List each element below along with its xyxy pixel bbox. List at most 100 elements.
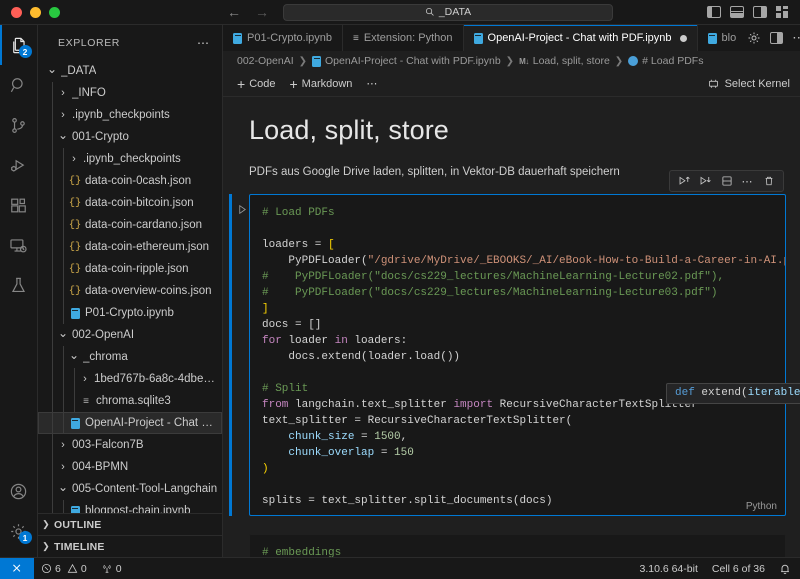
tree-file-row[interactable]: {}data-coin-ripple.json: [38, 258, 222, 280]
tree-file-row[interactable]: ≡chroma.sqlite3: [38, 390, 222, 412]
tree-file-row[interactable]: {}data-overview-coins.json: [38, 280, 222, 302]
sidebar-item-remote-explorer[interactable]: [0, 225, 38, 265]
manage-settings-button[interactable]: 1: [0, 511, 38, 551]
cell-position-status[interactable]: Cell 6 of 36: [705, 558, 772, 579]
notifications-button[interactable]: [772, 558, 800, 579]
tree-folder-row[interactable]: ⌄_chroma: [38, 346, 222, 368]
tree-file-row[interactable]: OpenAI-Project - Chat with PDF.i...: [38, 412, 222, 434]
sidebar-item-explorer[interactable]: 2: [0, 25, 38, 65]
notebook-content[interactable]: Load, split, store PDFs aus Google Drive…: [223, 97, 800, 557]
sidebar-item-extensions[interactable]: [0, 185, 38, 225]
tree-file-row[interactable]: blogpost-chain.ipynb: [38, 500, 222, 513]
cell-language-label[interactable]: Python: [746, 501, 777, 512]
tree-file-row[interactable]: {}data-coin-bitcoin.json: [38, 192, 222, 214]
sidebar-item-testing[interactable]: [0, 265, 38, 305]
tree-file-row[interactable]: {}data-coin-cardano.json: [38, 214, 222, 236]
toggle-panel-icon[interactable]: [730, 6, 744, 18]
file-tree[interactable]: ⌄_DATA›_INFO›.ipynb_checkpoints⌄001-Cryp…: [38, 60, 222, 513]
add-markdown-cell-button[interactable]: + Markdown: [289, 77, 352, 91]
split-cell-icon[interactable]: [717, 172, 736, 191]
tree-folder-row[interactable]: ›_INFO: [38, 82, 222, 104]
cell-hover-toolbar: ⋯: [669, 170, 784, 192]
json-file-icon: {}: [68, 219, 82, 231]
trash-icon[interactable]: [759, 172, 778, 191]
breadcrumb-item-folder[interactable]: 002-OpenAI: [237, 55, 294, 67]
code-editor-2[interactable]: # embeddings from langchain.embeddings.o…: [249, 534, 786, 557]
panel-outline[interactable]: ❯ OUTLINE: [38, 513, 222, 535]
breadcrumb-item-markdown-cell[interactable]: Load, split, store: [533, 55, 610, 67]
run-below-icon[interactable]: [696, 172, 715, 191]
tree-indent-guide: [63, 236, 64, 258]
run-above-icon[interactable]: [675, 172, 694, 191]
breadcrumb-item-file[interactable]: OpenAI-Project - Chat with PDF.ipynb: [325, 55, 501, 67]
toggle-primary-sidebar-icon[interactable]: [707, 6, 721, 18]
quick-search-value: _DATA: [439, 6, 471, 18]
code-editor-1[interactable]: # Load PDFs loaders = [ PyPDFLoader("/gd…: [249, 194, 786, 516]
forward-arrow-icon[interactable]: →: [255, 5, 269, 19]
sidebar-item-search[interactable]: [0, 65, 38, 105]
notebook-icon: [233, 33, 242, 44]
more-actions-icon[interactable]: ⋯: [366, 77, 378, 90]
tree-file-row[interactable]: P01-Crypto.ipynb: [38, 302, 222, 324]
title-bar: ← → _DATA: [0, 0, 800, 25]
tree-folder-row[interactable]: ⌄005-Content-Tool-Langchain: [38, 478, 222, 500]
code-cell-2[interactable]: # embeddings from langchain.embeddings.o…: [223, 534, 800, 557]
tree-indent-guide: [52, 280, 53, 302]
code-content: # embeddings from langchain.embeddings.o…: [250, 545, 785, 557]
toggle-secondary-sidebar-icon[interactable]: [753, 6, 767, 18]
panel-timeline[interactable]: ❯ TIMELINE: [38, 535, 222, 557]
tab-extension-python[interactable]: ≡ Extension: Python: [343, 25, 464, 51]
gear-icon[interactable]: [747, 31, 761, 45]
tree-indent-guide: [63, 148, 64, 170]
tree-folder-row[interactable]: ⌄_DATA: [38, 60, 222, 82]
more-actions-icon[interactable]: ⋯: [197, 36, 210, 50]
bell-icon: [779, 563, 791, 575]
chevron-right-icon: ›: [57, 87, 69, 99]
tab-p01-crypto[interactable]: P01-Crypto.ipynb: [223, 25, 343, 51]
tree-folder-row[interactable]: ⌄002-OpenAI: [38, 324, 222, 346]
markdown-cell[interactable]: Load, split, store PDFs aus Google Drive…: [223, 97, 800, 178]
tree-file-row[interactable]: {}data-coin-0cash.json: [38, 170, 222, 192]
split-editor-icon[interactable]: [770, 32, 783, 44]
tree-folder-row[interactable]: ›003-Falcon7B: [38, 434, 222, 456]
chevron-down-icon: ⌄: [57, 480, 69, 494]
tree-item-label: blogpost-chain.ipynb: [85, 505, 191, 513]
tree-indent-guide: [52, 104, 53, 126]
remote-indicator-button[interactable]: [0, 558, 34, 579]
close-window-button[interactable]: [11, 7, 22, 18]
minimize-window-button[interactable]: [30, 7, 41, 18]
breadcrumb-item-code-cell[interactable]: # Load PDFs: [642, 55, 703, 67]
tree-folder-row[interactable]: ›1bed767b-6a8c-4dbe-ac0d-fe...: [38, 368, 222, 390]
more-actions-icon[interactable]: ⋯: [738, 172, 757, 191]
more-actions-icon[interactable]: ⋯: [792, 30, 800, 46]
customize-layout-icon[interactable]: [776, 6, 790, 18]
problems-status[interactable]: 6 0: [34, 558, 94, 579]
activity-bar: 2: [0, 25, 38, 557]
code-cell-1[interactable]: ⋯ # Load PDFs loaders = [ PyPDFLoader("/…: [223, 194, 800, 516]
tree-item-label: data-coin-ethereum.json: [85, 241, 209, 253]
tab-blogpost-chain[interactable]: blo: [698, 25, 739, 51]
tree-folder-row[interactable]: ›.ipynb_checkpoints: [38, 104, 222, 126]
settings-badge: 1: [19, 531, 32, 544]
quick-search-input[interactable]: _DATA: [283, 4, 613, 21]
tree-indent-guide: [63, 368, 64, 390]
select-kernel-button[interactable]: Select Kernel: [707, 77, 790, 90]
tree-folder-row[interactable]: ⌄001-Crypto: [38, 126, 222, 148]
accounts-button[interactable]: [0, 471, 38, 511]
back-arrow-icon[interactable]: ←: [227, 5, 241, 19]
json-file-icon: {}: [68, 175, 82, 187]
python-interpreter-status[interactable]: 3.10.6 64-bit: [632, 558, 704, 579]
chevron-down-icon: ⌄: [57, 326, 69, 340]
add-code-label: Code: [249, 78, 275, 90]
tab-openai-project[interactable]: OpenAI-Project - Chat with PDF.ipynb: [464, 25, 698, 51]
maximize-window-button[interactable]: [49, 7, 60, 18]
tree-folder-row[interactable]: ›.ipynb_checkpoints: [38, 148, 222, 170]
ports-status[interactable]: 0: [94, 558, 129, 579]
sidebar-item-source-control[interactable]: [0, 105, 38, 145]
tree-file-row[interactable]: {}data-coin-ethereum.json: [38, 236, 222, 258]
notebook-toolbar: + Code + Markdown ⋯ Select Kernel: [223, 71, 800, 97]
tree-folder-row[interactable]: ›004-BPMN: [38, 456, 222, 478]
kernel-icon: [707, 77, 720, 90]
sidebar-item-run-and-debug[interactable]: [0, 145, 38, 185]
add-code-cell-button[interactable]: + Code: [237, 77, 275, 91]
